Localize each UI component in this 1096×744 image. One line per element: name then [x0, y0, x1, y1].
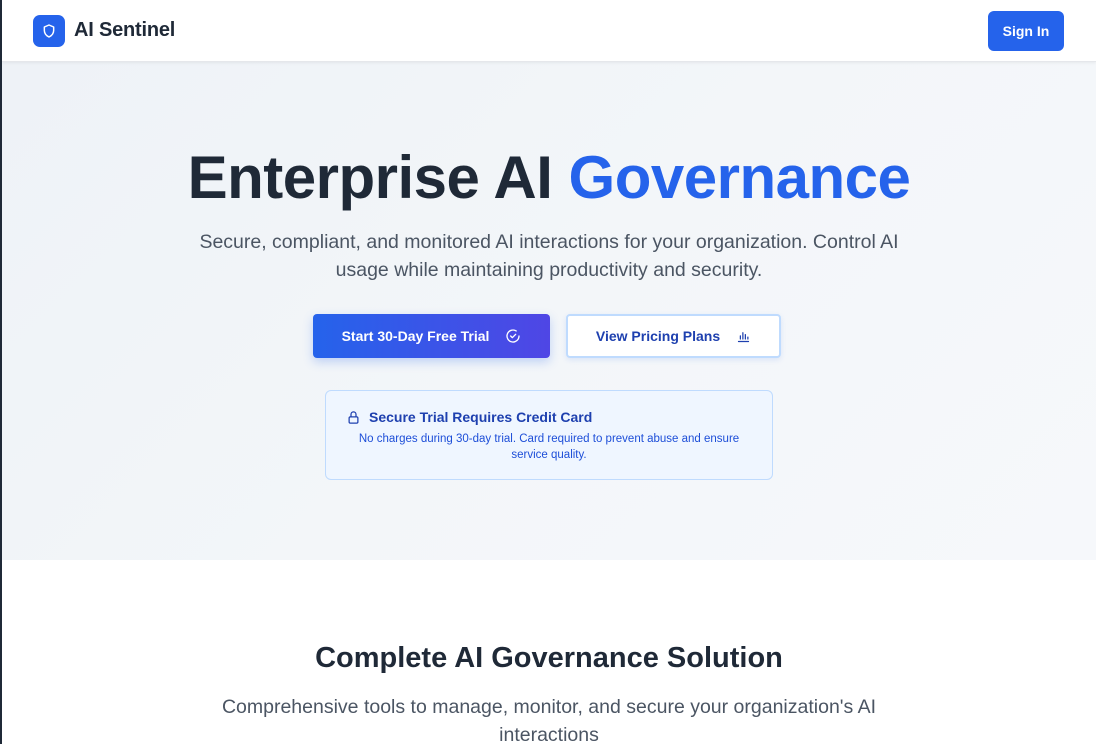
shield-icon: [43, 23, 55, 38]
lock-icon: [348, 410, 359, 424]
hero-section: Enterprise AI Governance Secure, complia…: [2, 62, 1096, 560]
notice-text: No charges during 30-day trial. Card req…: [358, 433, 740, 461]
hero-title: Enterprise AI Governance: [2, 144, 1096, 212]
features-title: Complete AI Governance Solution: [315, 642, 783, 674]
start-trial-label: Start 30-Day Free Trial: [341, 328, 490, 344]
sign-in-button[interactable]: Sign In: [988, 10, 1064, 51]
view-pricing-button[interactable]: View Pricing Plans: [566, 314, 781, 358]
brand-name: AI Sentinel: [74, 19, 176, 41]
start-trial-button[interactable]: Start 30-Day Free Trial: [313, 314, 550, 358]
brand[interactable]: AI Sentinel: [33, 14, 176, 47]
features-section: Complete AI Governance Solution Comprehe…: [2, 560, 1096, 744]
hero-subtitle: Secure, compliant, and monitored AI inte…: [199, 231, 899, 281]
bar-chart-icon: [738, 331, 750, 342]
hero-title-accent: Governance: [568, 144, 911, 211]
notice-header: Secure Trial Requires Credit Card: [346, 409, 752, 425]
view-pricing-label: View Pricing Plans: [595, 328, 721, 344]
credit-card-notice: Secure Trial Requires Credit Card No cha…: [325, 390, 773, 480]
page: AI Sentinel Sign In Enterprise AI Govern…: [0, 0, 1096, 744]
features-subtitle: Comprehensive tools to manage, monitor, …: [221, 696, 877, 744]
navbar: AI Sentinel Sign In: [2, 0, 1096, 62]
notice-title: Secure Trial Requires Credit Card: [369, 409, 593, 425]
check-circle-icon: [506, 329, 521, 343]
hero-title-main: Enterprise AI: [187, 144, 569, 211]
cta-row: Start 30-Day Free Trial View Pricing Pla…: [2, 314, 1096, 358]
brand-logo: [33, 14, 65, 47]
